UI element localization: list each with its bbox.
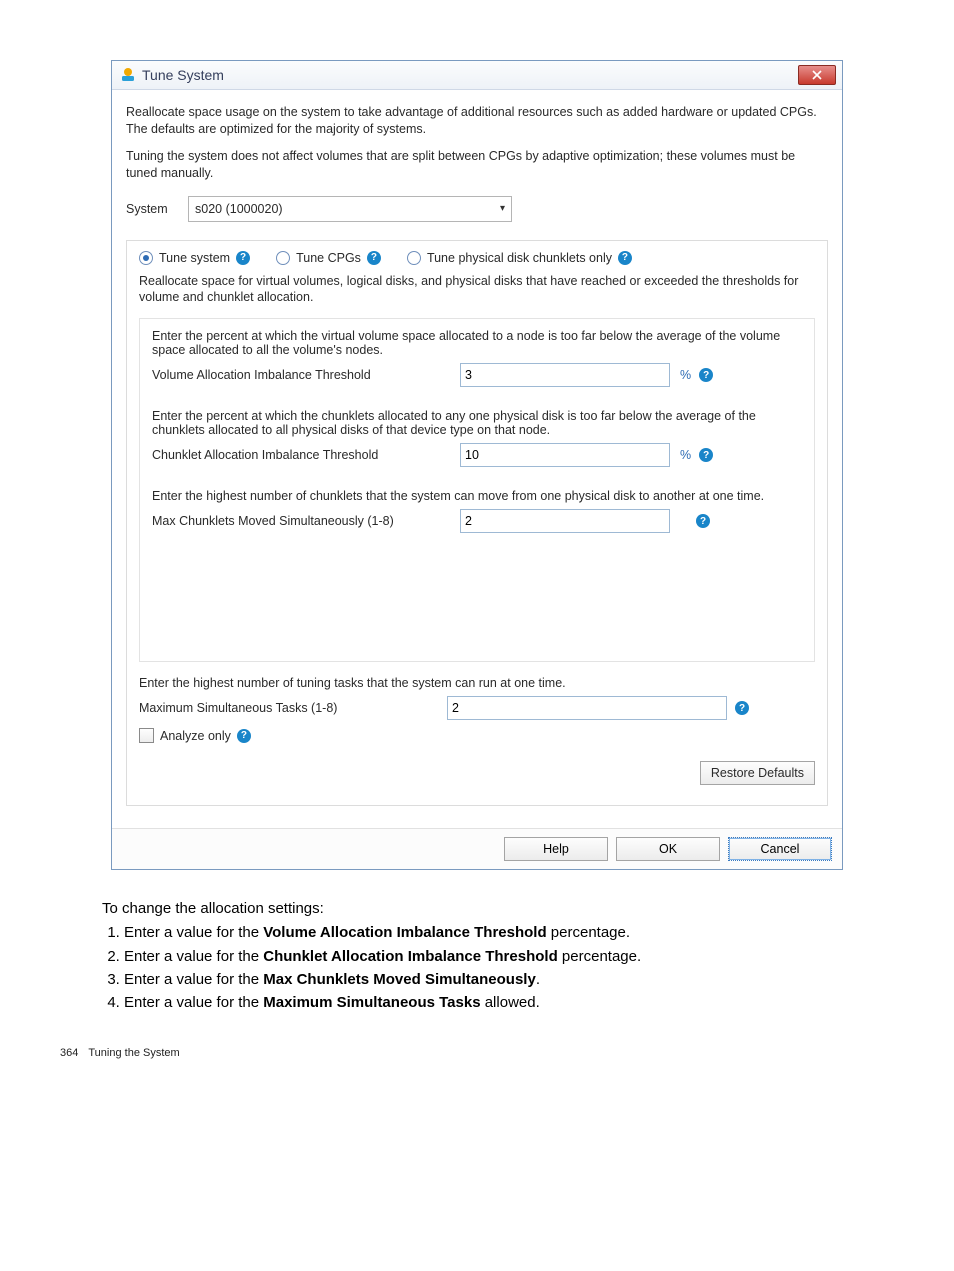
analyze-only-label: Analyze only: [160, 729, 231, 743]
help-icon[interactable]: ?: [237, 729, 251, 743]
help-icon[interactable]: ?: [618, 251, 632, 265]
max-tasks-desc: Enter the highest number of tuning tasks…: [139, 676, 815, 690]
help-icon[interactable]: ?: [367, 251, 381, 265]
cancel-button[interactable]: Cancel: [728, 837, 832, 861]
options-panel: Tune system ? Tune CPGs ? Tune physical …: [126, 240, 828, 807]
chunklet-threshold-label: Chunklet Allocation Imbalance Threshold: [152, 448, 452, 462]
document-body: To change the allocation settings: Enter…: [102, 900, 894, 1013]
thresholds-subpanel: Enter the percent at which the virtual v…: [139, 318, 815, 662]
doc-step-1: Enter a value for the Volume Allocation …: [124, 923, 894, 943]
help-icon[interactable]: ?: [699, 368, 713, 382]
max-tasks-input[interactable]: [447, 696, 727, 720]
page-footer: 364 Tuning the System: [60, 1047, 894, 1059]
help-icon[interactable]: ?: [696, 514, 710, 528]
ok-button[interactable]: OK: [616, 837, 720, 861]
max-tasks-label: Maximum Simultaneous Tasks (1-8): [139, 701, 439, 715]
volume-threshold-label: Volume Allocation Imbalance Threshold: [152, 368, 452, 382]
tune-system-dialog: Tune System Reallocate space usage on th…: [111, 60, 843, 870]
doc-lead: To change the allocation settings:: [102, 900, 894, 917]
section-title: Tuning the System: [88, 1047, 179, 1059]
radio-icon: [276, 251, 290, 265]
volume-threshold-input[interactable]: [460, 363, 670, 387]
max-chunklets-label: Max Chunklets Moved Simultaneously (1-8): [152, 514, 452, 528]
radio-label: Tune physical disk chunklets only: [427, 251, 612, 265]
radio-tune-cpgs[interactable]: Tune CPGs ?: [276, 251, 381, 265]
help-button[interactable]: Help: [504, 837, 608, 861]
checkbox-icon: [139, 728, 154, 743]
system-label: System: [126, 202, 178, 216]
titlebar: Tune System: [112, 61, 842, 90]
radio-icon: [407, 251, 421, 265]
max-chunklets-input[interactable]: [460, 509, 670, 533]
page-number: 364: [60, 1047, 78, 1059]
restore-defaults-button[interactable]: Restore Defaults: [700, 761, 815, 785]
radio-tune-chunklets[interactable]: Tune physical disk chunklets only ?: [407, 251, 632, 265]
intro-paragraph-2: Tuning the system does not affect volume…: [126, 148, 828, 182]
chunklet-threshold-input[interactable]: [460, 443, 670, 467]
percent-label: %: [680, 368, 691, 382]
doc-step-2: Enter a value for the Chunklet Allocatio…: [124, 947, 894, 967]
intro-paragraph-1: Reallocate space usage on the system to …: [126, 104, 828, 138]
doc-step-4: Enter a value for the Maximum Simultaneo…: [124, 993, 894, 1013]
system-dropdown-value: s020 (1000020): [195, 202, 283, 216]
analyze-only-row[interactable]: Analyze only ?: [139, 728, 815, 743]
radio-tune-system[interactable]: Tune system ?: [139, 251, 250, 265]
dialog-footer: Help OK Cancel: [112, 828, 842, 869]
radio-label: Tune CPGs: [296, 251, 361, 265]
panel-description: Reallocate space for virtual volumes, lo…: [139, 273, 815, 307]
max-chunklets-desc: Enter the highest number of chunklets th…: [152, 489, 802, 503]
close-button[interactable]: [798, 65, 836, 85]
dialog-title: Tune System: [142, 67, 224, 83]
help-icon[interactable]: ?: [699, 448, 713, 462]
chunklet-threshold-desc: Enter the percent at which the chunklets…: [152, 409, 802, 437]
chevron-down-icon: ▾: [500, 203, 505, 214]
percent-label: %: [680, 448, 691, 462]
radio-icon: [139, 251, 153, 265]
doc-step-3: Enter a value for the Max Chunklets Move…: [124, 970, 894, 990]
system-dropdown[interactable]: s020 (1000020) ▾: [188, 196, 512, 222]
radio-label: Tune system: [159, 251, 230, 265]
help-icon[interactable]: ?: [735, 701, 749, 715]
app-icon: [120, 67, 136, 83]
volume-threshold-desc: Enter the percent at which the virtual v…: [152, 329, 802, 357]
help-icon[interactable]: ?: [236, 251, 250, 265]
